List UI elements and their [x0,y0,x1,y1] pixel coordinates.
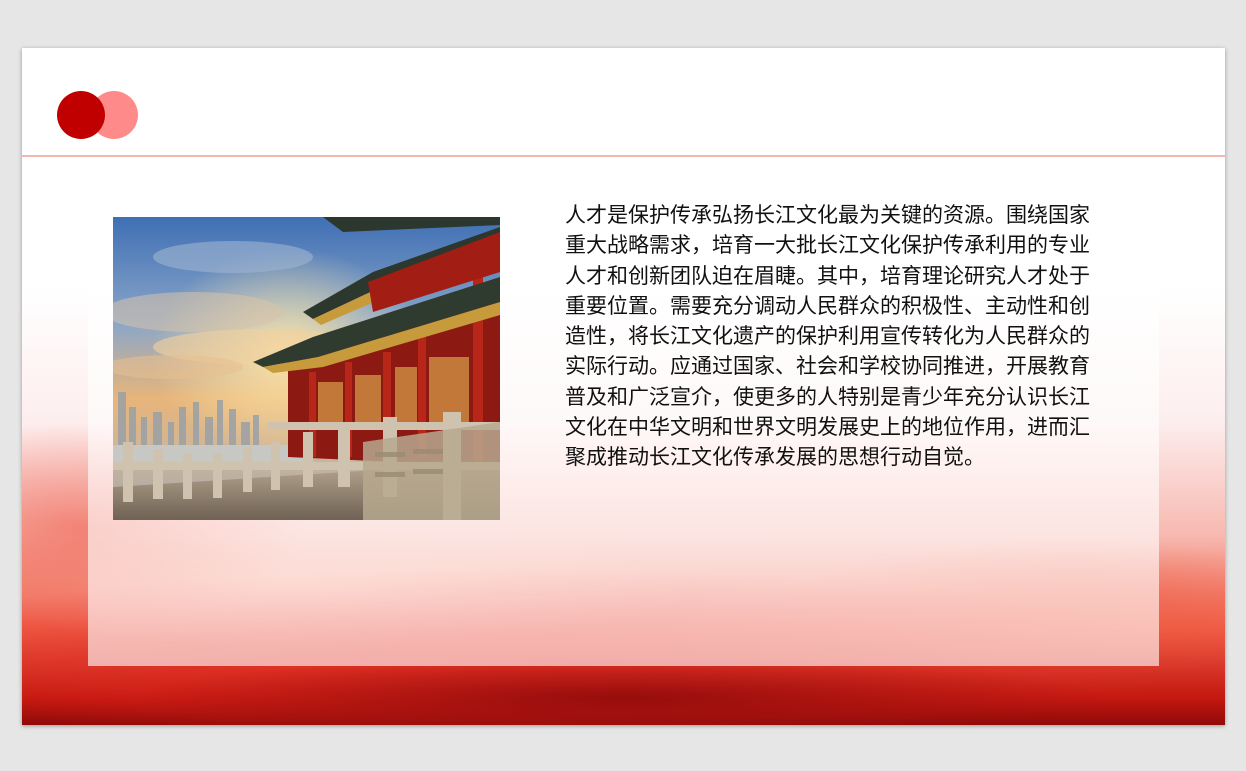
slide: 人才是保护传承弘扬长江文化最为关键的资源。围绕国家重大战略需求，培育一大批长江文… [22,48,1225,725]
body-paragraph: 人才是保护传承弘扬长江文化最为关键的资源。围绕国家重大战略需求，培育一大批长江文… [565,203,1090,470]
palace-photo [113,217,500,520]
header-band [22,48,1225,157]
decor-dot-dark-icon [57,91,105,139]
